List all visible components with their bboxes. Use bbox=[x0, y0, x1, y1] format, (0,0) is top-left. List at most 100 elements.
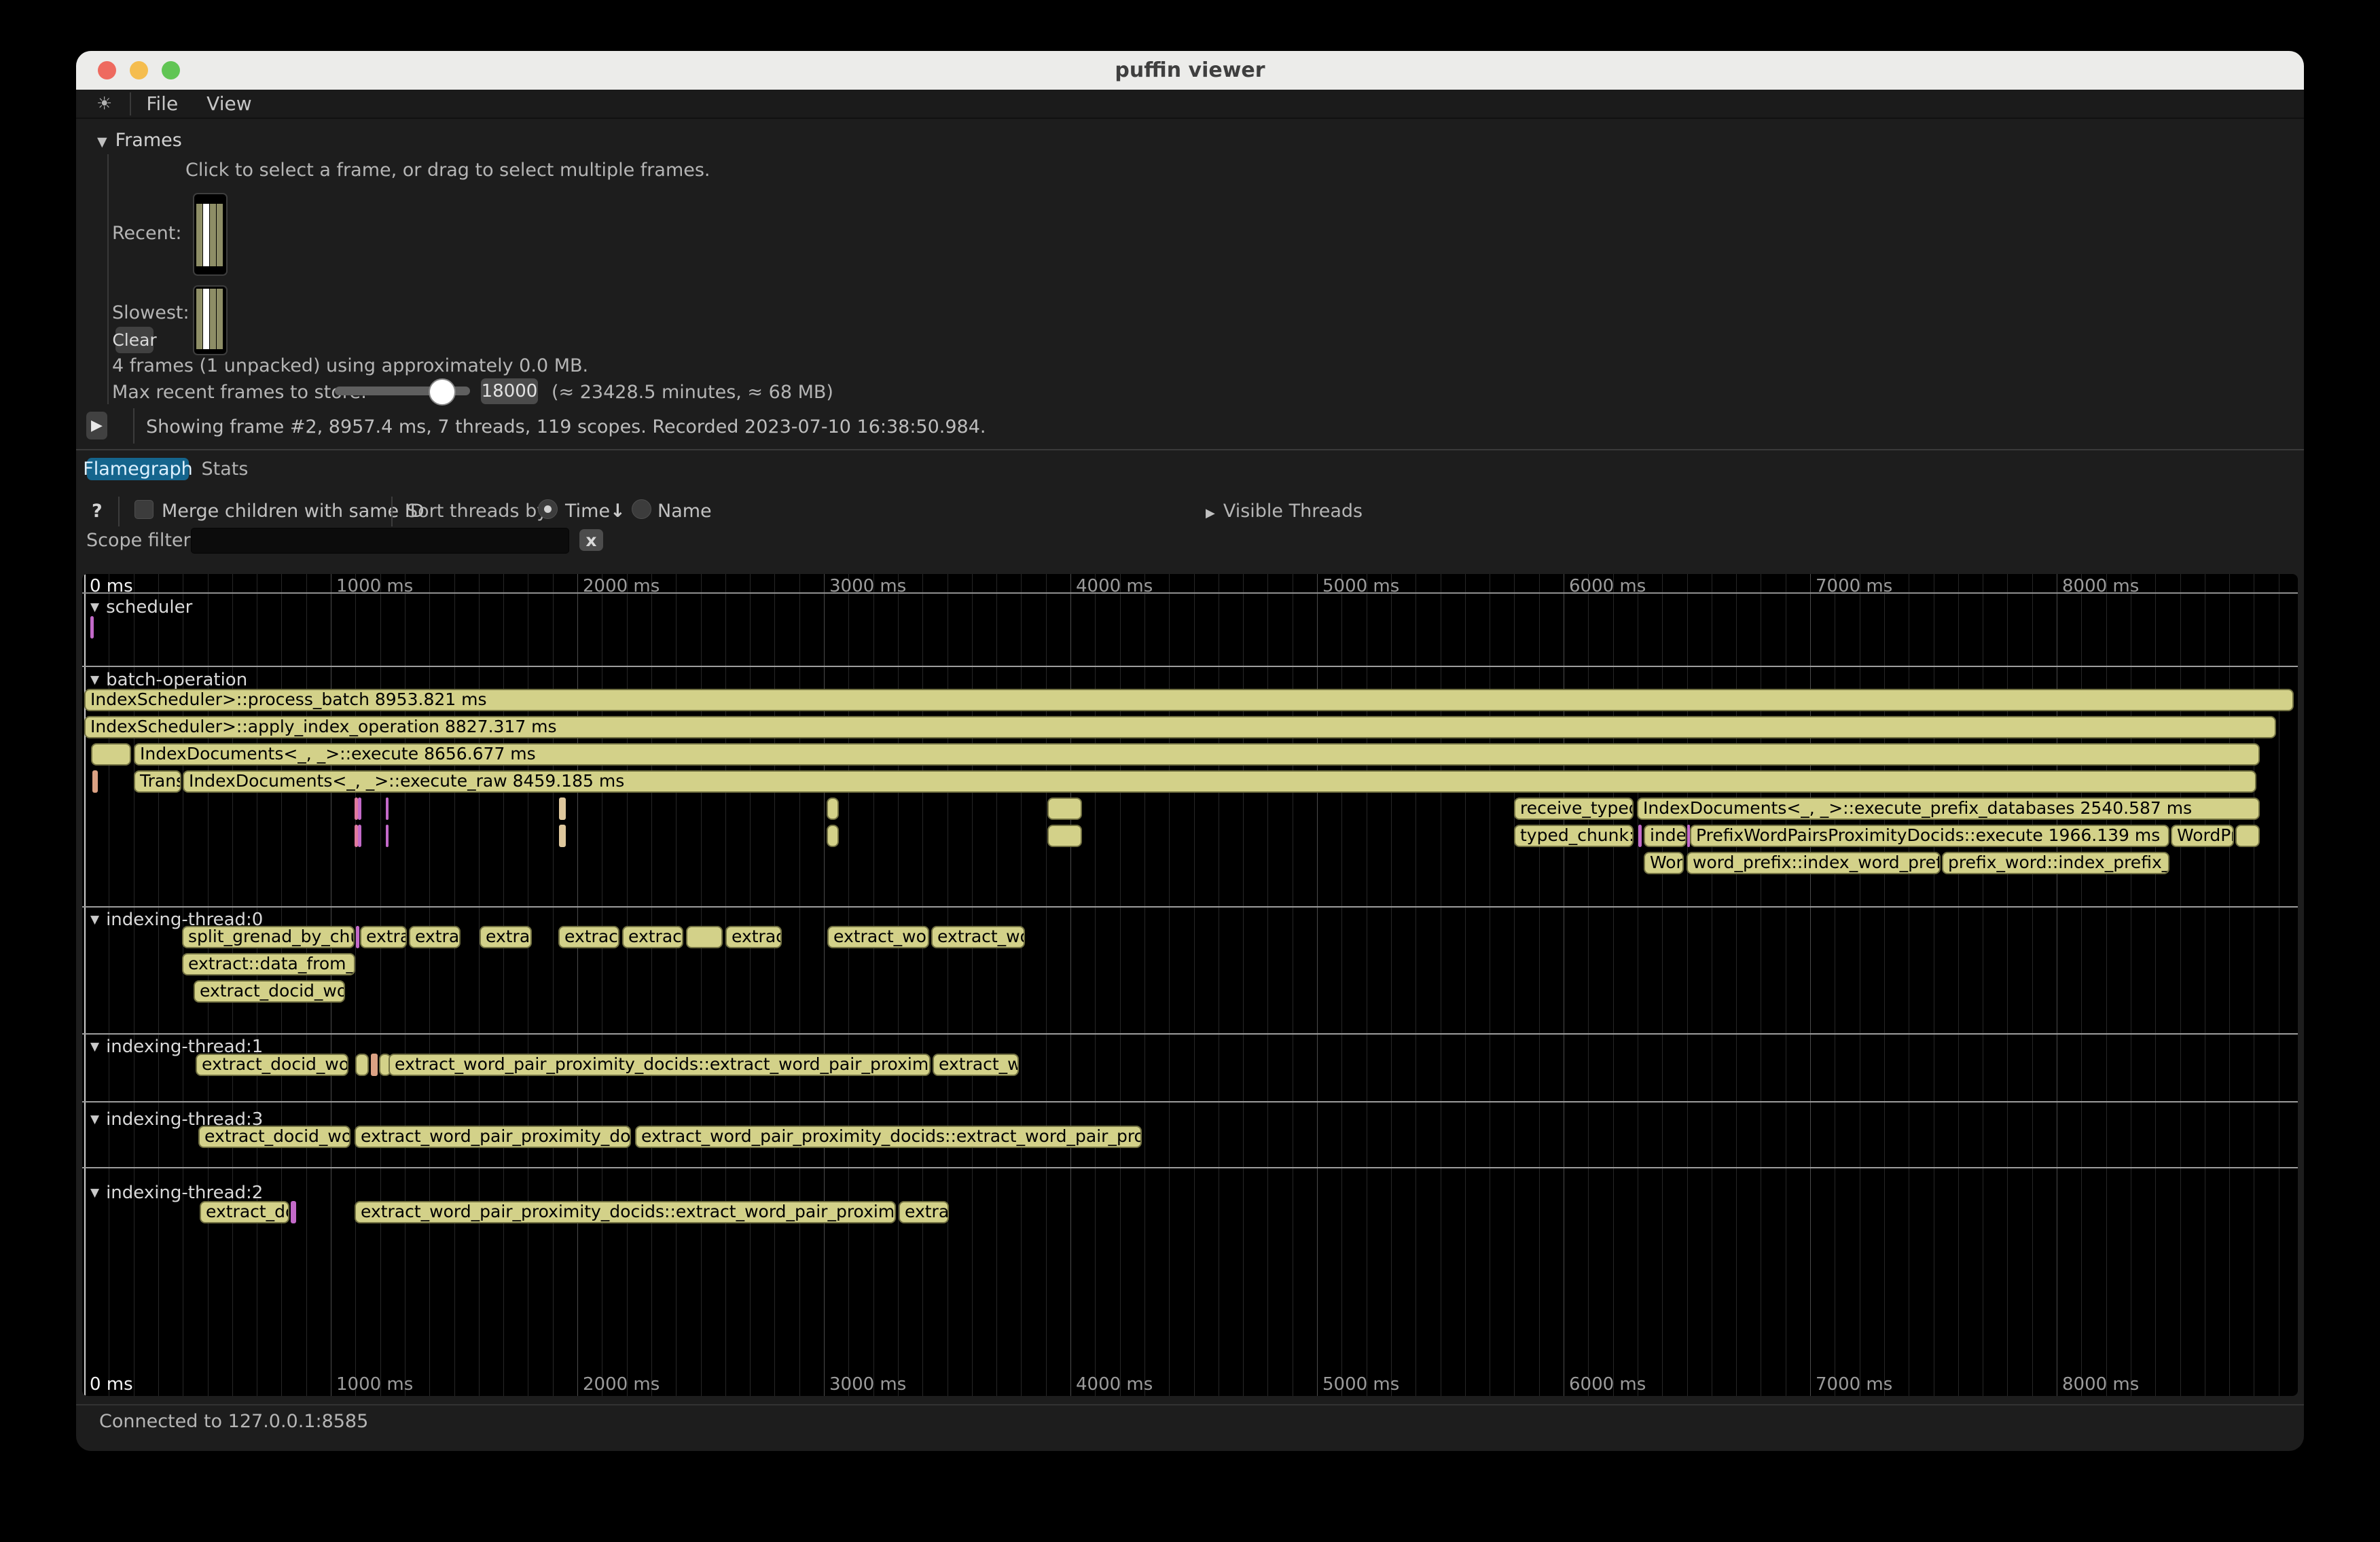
scope-bar[interactable]: extract_wo bbox=[931, 926, 1025, 948]
scope-bar-small[interactable] bbox=[90, 616, 94, 639]
scope-bar[interactable]: Word bbox=[1644, 852, 1684, 874]
slowest-frames-thumbnail[interactable] bbox=[193, 285, 228, 355]
scope-bar[interactable]: extract_docid_word bbox=[198, 1126, 350, 1148]
scope-bar[interactable]: IndexDocuments<_, _>::execute_raw 8459.1… bbox=[183, 770, 2256, 793]
menu-file[interactable]: File bbox=[146, 92, 178, 115]
scope-bar[interactable]: extrac bbox=[899, 1201, 949, 1223]
scope-bar-small[interactable] bbox=[355, 1054, 369, 1076]
scope-bar-small[interactable] bbox=[559, 797, 566, 820]
frame-bar[interactable] bbox=[210, 289, 216, 349]
play-button[interactable]: ▶ bbox=[86, 412, 107, 440]
scope-bar[interactable]: extract_word_pair_proximity_docids::extr… bbox=[389, 1054, 931, 1076]
scope-bar[interactable]: extract_docid_word bbox=[196, 1054, 348, 1076]
scope-filter-input[interactable] bbox=[191, 528, 569, 554]
selected-frame-bar[interactable] bbox=[203, 289, 209, 349]
scope-bar[interactable]: extract::data_from_ob bbox=[182, 953, 355, 975]
scope-bar[interactable]: IndexScheduler>::apply_index_operation 8… bbox=[84, 716, 2276, 738]
scope-bar[interactable]: extra bbox=[409, 926, 461, 948]
scope-bar-small[interactable] bbox=[371, 1054, 378, 1076]
window-title: puffin viewer bbox=[76, 51, 2304, 90]
frames-hint: Click to select a frame, or drag to sele… bbox=[185, 160, 710, 181]
scope-bar-small[interactable] bbox=[386, 797, 389, 820]
scope-bar[interactable]: extract_word_pair_proximity_docids::extr… bbox=[635, 1126, 1142, 1148]
clear-frames-button[interactable]: Clear bbox=[115, 327, 154, 353]
scope-bar[interactable]: extract_word_pair_proximity_docids bbox=[355, 1126, 631, 1148]
thread-section-divider bbox=[82, 1167, 2298, 1168]
thread-section-divider bbox=[82, 906, 2298, 908]
clear-filter-button[interactable]: x bbox=[579, 529, 603, 551]
frame-bar[interactable] bbox=[196, 289, 202, 349]
scope-bar-small[interactable] bbox=[827, 825, 839, 847]
frame-status: Showing frame #2, 8957.4 ms, 7 threads, … bbox=[146, 416, 986, 437]
sort-time-label[interactable]: Time bbox=[565, 501, 610, 522]
scope-bar-small[interactable] bbox=[686, 926, 723, 948]
scope-bar[interactable]: word_prefix::index_word_prefix_ bbox=[1687, 852, 1941, 874]
frames-section-header[interactable]: ▼Frames bbox=[97, 130, 182, 151]
selected-frame-bar[interactable] bbox=[203, 204, 209, 266]
scope-bar-small[interactable] bbox=[1638, 825, 1642, 847]
connection-status: Connected to 127.0.0.1:8585 bbox=[99, 1411, 368, 1432]
sort-time-radio[interactable] bbox=[538, 499, 558, 519]
scope-bar[interactable]: IndexDocuments<_, _>::execute_prefix_dat… bbox=[1637, 797, 2260, 820]
max-frames-value[interactable]: 18000 bbox=[481, 378, 538, 404]
scope-bar-small[interactable] bbox=[559, 825, 566, 847]
sort-name-radio[interactable] bbox=[632, 499, 651, 519]
scope-bar-small[interactable] bbox=[358, 825, 361, 847]
collapse-triangle-icon: ▼ bbox=[90, 1186, 99, 1200]
thread-section-divider bbox=[82, 1033, 2298, 1035]
scope-bar[interactable]: extract_wo bbox=[933, 1054, 1019, 1076]
scope-bar-small[interactable] bbox=[92, 770, 98, 793]
scope-bar-small[interactable] bbox=[2235, 825, 2260, 847]
menu-bar: ☀ File View bbox=[76, 90, 2304, 119]
max-frames-slider-knob[interactable] bbox=[429, 378, 456, 406]
sort-direction-arrow-icon[interactable]: ↓ bbox=[610, 501, 626, 522]
scope-bar[interactable]: extract_word bbox=[827, 926, 929, 948]
merge-children-checkbox[interactable] bbox=[134, 500, 154, 519]
flamegraph-canvas[interactable]: 0 ms1000 ms2000 ms3000 ms4000 ms5000 ms6… bbox=[82, 574, 2298, 1396]
scope-bar[interactable]: extract_ bbox=[558, 926, 619, 948]
scope-bar[interactable]: index bbox=[1644, 825, 1687, 847]
scope-bar[interactable]: extract_ bbox=[622, 926, 683, 948]
scope-bar-small[interactable] bbox=[358, 797, 361, 820]
scope-bar-small[interactable] bbox=[827, 797, 839, 820]
scope-bar[interactable]: IndexScheduler>::process_batch 8953.821 … bbox=[84, 689, 2294, 711]
scope-bar[interactable]: IndexDocuments<_, _>::execute 8656.677 m… bbox=[134, 743, 2260, 766]
scope-bar[interactable]: extract_doc bbox=[200, 1201, 289, 1223]
scope-bar[interactable]: extrac bbox=[480, 926, 532, 948]
scope-bar[interactable]: PrefixWordPairsProximityDocids::execute … bbox=[1690, 825, 2169, 847]
scope-bar[interactable]: receive_typed_ bbox=[1514, 797, 1634, 820]
scope-bar[interactable]: extract bbox=[725, 926, 782, 948]
scope-bar[interactable]: typed_chunk::w bbox=[1514, 825, 1634, 847]
scope-bar[interactable]: extract_docid_word bbox=[194, 980, 345, 1003]
scope-bar[interactable]: WordPr bbox=[2171, 825, 2234, 847]
frame-bar[interactable] bbox=[210, 204, 216, 266]
scope-bar-small[interactable] bbox=[91, 743, 131, 766]
scope-bar[interactable]: extract_word_pair_proximity_docids::extr… bbox=[355, 1201, 896, 1223]
thread-header-batch-operation[interactable]: ▼batch-operation bbox=[90, 669, 247, 691]
tab-stats[interactable]: Stats bbox=[201, 458, 249, 480]
scope-bar[interactable]: split_grenad_by_chun bbox=[182, 926, 355, 948]
sort-name-label[interactable]: Name bbox=[657, 501, 712, 522]
axis-underline bbox=[82, 592, 2298, 594]
scope-bar[interactable]: extract bbox=[360, 926, 407, 948]
scope-bar[interactable]: Trans bbox=[134, 770, 181, 793]
recent-frames-thumbnail[interactable] bbox=[193, 193, 228, 276]
frame-bar[interactable] bbox=[217, 204, 223, 266]
tab-flamegraph[interactable]: Flamegraph bbox=[87, 458, 189, 480]
divider bbox=[76, 449, 2304, 450]
menu-view[interactable]: View bbox=[206, 92, 251, 115]
scope-bar-small[interactable] bbox=[1047, 825, 1082, 847]
thread-header-scheduler[interactable]: ▼scheduler bbox=[90, 596, 192, 618]
help-button[interactable]: ? bbox=[92, 501, 103, 522]
play-icon: ▶ bbox=[91, 417, 103, 434]
recent-label: Recent: bbox=[112, 223, 181, 244]
scope-bar[interactable]: prefix_word::index_prefix_wo bbox=[1942, 852, 2169, 874]
scope-bar-small[interactable] bbox=[1047, 797, 1082, 820]
scope-bar-small[interactable] bbox=[386, 825, 389, 847]
visible-threads-toggle[interactable]: ▶Visible Threads bbox=[1206, 501, 1363, 522]
title-bar[interactable]: puffin viewer bbox=[76, 51, 2304, 90]
scope-bar-small[interactable] bbox=[356, 926, 359, 948]
frame-bar[interactable] bbox=[217, 289, 223, 349]
scope-bar-small[interactable] bbox=[291, 1201, 296, 1223]
frame-bar[interactable] bbox=[196, 204, 202, 266]
